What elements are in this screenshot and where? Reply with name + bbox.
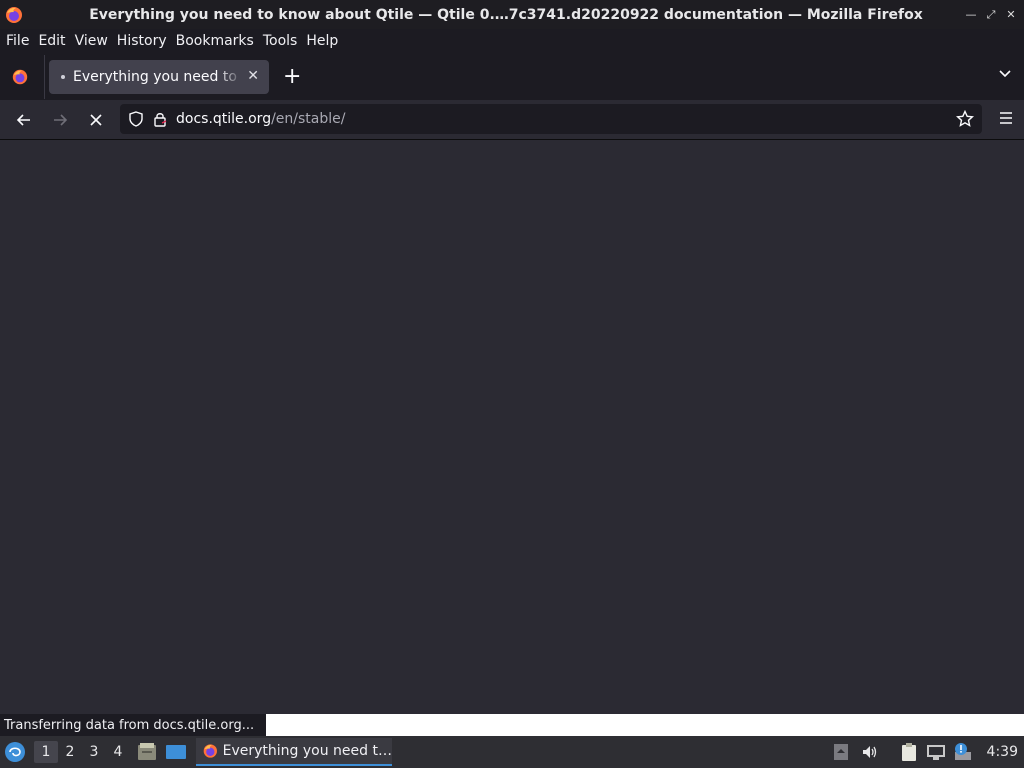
- workspace-2[interactable]: 2: [58, 741, 82, 763]
- url-host: docs.qtile.org: [176, 111, 272, 127]
- star-icon[interactable]: [956, 110, 974, 128]
- menu-edit[interactable]: Edit: [34, 33, 69, 49]
- close-icon[interactable]: ✕: [247, 68, 259, 84]
- volume-icon[interactable]: [861, 743, 879, 761]
- url-path: /en/stable/: [271, 111, 346, 127]
- window-titlebar: Everything you need to know about Qtile …: [0, 0, 1024, 29]
- file-manager-icon[interactable]: [136, 742, 158, 762]
- back-button[interactable]: [6, 102, 42, 138]
- lock-icon: [154, 113, 167, 127]
- new-tab-button[interactable]: +: [283, 65, 301, 88]
- tab-separator: [44, 54, 45, 99]
- chevron-down-icon[interactable]: [998, 67, 1012, 81]
- menu-bar: File Edit View History Bookmarks Tools H…: [0, 29, 1024, 53]
- url-text[interactable]: docs.qtile.org/en/stable/: [176, 111, 345, 127]
- page-content[interactable]: [0, 141, 1024, 714]
- status-area: Transferring data from docs.qtile.org...: [0, 714, 1024, 736]
- tracking-protection-icon[interactable]: [124, 111, 148, 127]
- menu-history[interactable]: History: [113, 33, 171, 49]
- taskbar-firefox-window[interactable]: Everything you need t…: [196, 738, 392, 766]
- menu-tools[interactable]: Tools: [259, 33, 302, 49]
- forward-button[interactable]: [42, 102, 78, 138]
- maximize-button[interactable]: ⤢: [984, 8, 998, 22]
- menu-view[interactable]: View: [71, 33, 112, 49]
- tab-label: Everything you need to know about Qtile: [73, 68, 243, 85]
- system-taskbar: 1 2 3 4 Everything you need t… 4:39: [0, 736, 1024, 768]
- workspace-3[interactable]: 3: [82, 741, 106, 763]
- firefox-icon: [6, 6, 22, 23]
- arrow-left-icon: [16, 113, 30, 126]
- clock: 4:39: [986, 744, 1018, 760]
- window-title: Everything you need to know about Qtile …: [89, 6, 923, 23]
- stop-button[interactable]: [78, 102, 114, 138]
- tab-bar: Everything you need to know about Qtile …: [0, 53, 1024, 100]
- minimize-button[interactable]: —: [964, 8, 978, 22]
- firefox-icon: [203, 744, 217, 758]
- close-window-button[interactable]: ✕: [1004, 8, 1018, 22]
- desktop-icon[interactable]: [164, 742, 188, 762]
- workspace-4[interactable]: 4: [106, 741, 130, 763]
- firefox-view-button[interactable]: [0, 68, 40, 86]
- workspace-1[interactable]: 1: [34, 741, 58, 763]
- start-menu-icon[interactable]: [4, 741, 26, 763]
- arrow-right-icon: [54, 113, 68, 126]
- clipboard-icon[interactable]: [899, 742, 919, 762]
- task-label: Everything you need t…: [222, 743, 392, 759]
- system-tray: 4:39: [833, 736, 1024, 768]
- firefox-icon: [12, 69, 28, 84]
- navigation-toolbar: docs.qtile.org/en/stable/: [0, 100, 1024, 140]
- shield-icon: [129, 111, 143, 127]
- arrow-up-icon[interactable]: [833, 743, 849, 761]
- hamburger-menu-icon[interactable]: [998, 110, 1014, 126]
- network-icon[interactable]: [925, 742, 947, 762]
- tab-qtile-docs[interactable]: Everything you need to know about Qtile …: [49, 59, 269, 94]
- status-text: Transferring data from docs.qtile.org...: [0, 714, 266, 736]
- menu-help[interactable]: Help: [302, 33, 342, 49]
- url-bar[interactable]: docs.qtile.org/en/stable/: [120, 104, 982, 134]
- menu-bookmarks[interactable]: Bookmarks: [172, 33, 258, 49]
- stop-icon: [90, 113, 102, 126]
- site-info-button[interactable]: [148, 111, 172, 127]
- update-notifier-icon[interactable]: [953, 742, 973, 762]
- menu-file[interactable]: File: [2, 33, 33, 49]
- loading-indicator-icon: [61, 74, 65, 79]
